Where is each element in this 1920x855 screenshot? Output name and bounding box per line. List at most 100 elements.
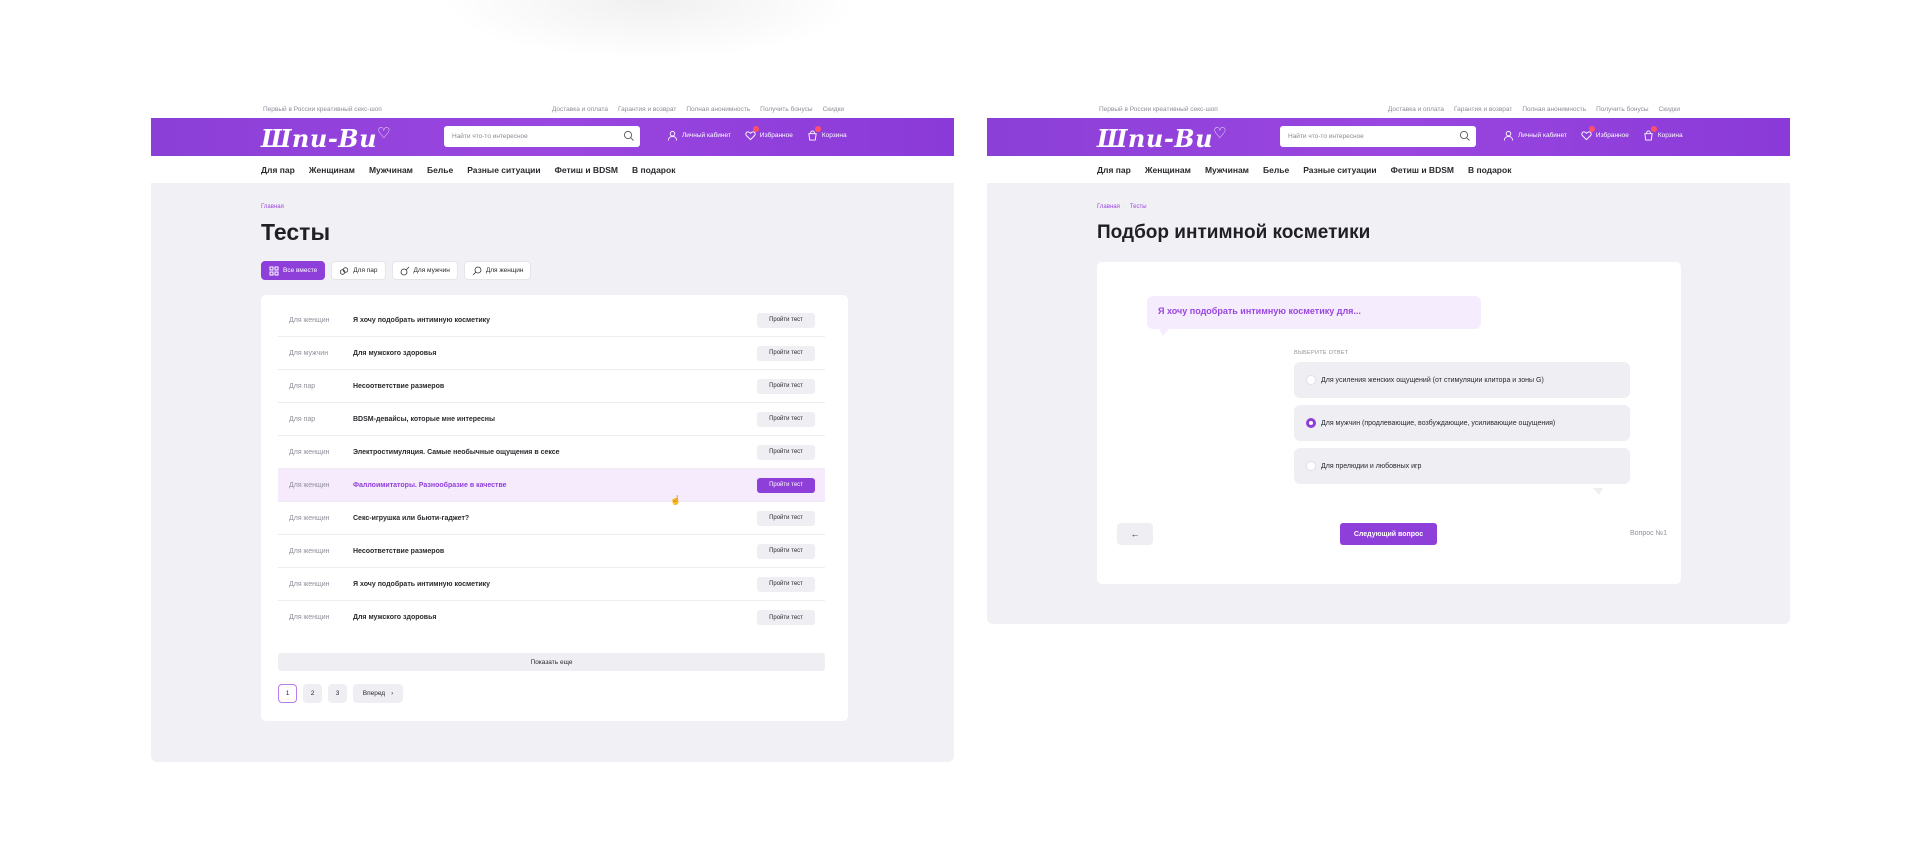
nav-fetish[interactable]: Фетиш и BDSM	[555, 165, 618, 175]
nav-gifts[interactable]: В подарок	[1468, 165, 1511, 175]
nav-lingerie[interactable]: Белье	[427, 165, 453, 175]
table-row[interactable]: Для женщин Я хочу подобрать интимную косм…	[278, 568, 825, 601]
test-category: Для женщин	[289, 448, 330, 456]
cart-link[interactable]: Корзина	[807, 126, 847, 141]
logo[interactable]: Шпu-Ви♡	[261, 124, 391, 153]
favorites-link[interactable]: Избранное	[745, 126, 793, 141]
cart-link[interactable]: Корзина	[1643, 126, 1683, 141]
top-link-warranty[interactable]: Гарантия и возврат	[618, 106, 676, 113]
test-name[interactable]: Несоответствие размеров	[353, 548, 444, 555]
test-name[interactable]: Фаллоимитаторы. Разнообразие в качестве	[353, 482, 507, 489]
nav-gifts[interactable]: В подарок	[632, 165, 675, 175]
nav-men[interactable]: Мужчинам	[369, 165, 413, 175]
table-row-highlighted[interactable]: Для женщин Фаллоимитаторы. Разнообразие в…	[278, 469, 825, 502]
test-name[interactable]: Для мужского здоровья	[353, 350, 436, 357]
page-3[interactable]: 3	[328, 684, 347, 703]
test-name[interactable]: Несоответствие размеров	[353, 383, 444, 390]
tagline: Первый в России креативный секс-шоп	[263, 106, 382, 113]
top-link-warranty[interactable]: Гарантия и возврат	[1454, 106, 1512, 113]
page-1[interactable]: 1	[278, 684, 297, 703]
answer-option[interactable]: Для усиления женских ощущений (от стимул…	[1294, 362, 1630, 398]
take-test-button[interactable]: Пройти тест	[757, 510, 815, 526]
table-row[interactable]: Для женщин Я хочу подобрать интимную косм…	[278, 304, 825, 337]
breadcrumb-home[interactable]: Главная	[261, 204, 284, 210]
search-input[interactable]: Найти что-то интересное	[444, 126, 640, 147]
test-name[interactable]: Секс-игрушка или бьюти-гаджет?	[353, 515, 469, 522]
search-icon[interactable]	[623, 130, 635, 142]
account-link[interactable]: Личный кабинет	[1503, 130, 1567, 141]
radio-button[interactable]	[1306, 461, 1316, 471]
test-name[interactable]: Я хочу подобрать интимную косметику	[353, 581, 490, 588]
table-row[interactable]: Для мужчин Для мужского здоровья Пройти те…	[278, 337, 825, 370]
chevron-right-icon: ›	[391, 690, 394, 697]
take-test-button[interactable]: Пройти тест	[757, 378, 815, 394]
top-link-bonuses[interactable]: Получить бонусы	[1596, 106, 1648, 113]
table-row[interactable]: Для пар BDSM-девайсы, которые мне интерес…	[278, 403, 825, 436]
breadcrumb-home[interactable]: Главная	[1097, 204, 1120, 210]
top-link-anonymity[interactable]: Полная анонимность	[686, 106, 750, 113]
main-nav: Для пар Женщинам Мужчинам Белье Разные с…	[151, 156, 954, 183]
filter-men[interactable]: Для мужчин	[391, 261, 458, 280]
take-test-button[interactable]: Пройти тест	[757, 543, 815, 559]
nav-couples[interactable]: Для пар	[1097, 165, 1131, 175]
show-more-button[interactable]: Показать еще	[278, 653, 825, 671]
take-test-button[interactable]: Пройти тест	[757, 576, 815, 592]
nav-women[interactable]: Женщинам	[1145, 165, 1191, 175]
radio-button[interactable]	[1306, 375, 1316, 385]
take-test-button[interactable]: Пройти тест	[757, 411, 815, 427]
take-test-button[interactable]: Пройти тест	[757, 345, 815, 361]
answer-option[interactable]: Для прелюдии и любовных игр	[1294, 448, 1630, 484]
test-name[interactable]: Электростимуляция. Самые необычные ощуще…	[353, 449, 560, 456]
top-link-anonymity[interactable]: Полная анонимность	[1522, 106, 1586, 113]
test-name[interactable]: Я хочу подобрать интимную косметику	[353, 317, 490, 324]
main-content: Главная · Тесты Подбор интимной косметик…	[987, 183, 1790, 624]
top-link-discounts[interactable]: Скидки	[823, 106, 844, 113]
take-test-button[interactable]: Пройти тест	[757, 477, 815, 493]
filter-couples[interactable]: Для пар	[331, 261, 386, 280]
filter-couples-label: Для пар	[353, 267, 378, 274]
search-input[interactable]: Найти что-то интересное	[1280, 126, 1476, 147]
radio-button-checked[interactable]	[1306, 418, 1316, 428]
next-question-button[interactable]: Следующий вопрос	[1340, 523, 1437, 545]
arrow-left-icon: ←	[1130, 529, 1140, 539]
page-2[interactable]: 2	[303, 684, 322, 703]
quiz-page: Первый в России креативный секс-шоп Дост…	[987, 98, 1790, 624]
breadcrumb-tests[interactable]: Тесты	[1130, 204, 1147, 210]
breadcrumb: Главная · Тесты	[1097, 204, 1147, 210]
top-link-discounts[interactable]: Скидки	[1659, 106, 1680, 113]
favorites-link[interactable]: Избранное	[1581, 126, 1629, 141]
answer-option-selected[interactable]: Для мужчин (продлевающие, возбуждающие, …	[1294, 405, 1630, 441]
nav-women[interactable]: Женщинам	[309, 165, 355, 175]
nav-lingerie[interactable]: Белье	[1263, 165, 1289, 175]
table-row[interactable]: Для пар Несоответствие размеров Пройти тес…	[278, 370, 825, 403]
table-row[interactable]: Для женщин Для мужского здоровья Пройти те…	[278, 601, 825, 634]
pagination: 1 2 3 Вперед ›	[278, 684, 403, 703]
top-link-delivery[interactable]: Доставка и оплата	[1388, 106, 1444, 113]
test-category: Для пар	[289, 382, 316, 390]
logo[interactable]: Шпu-Ви♡	[1097, 124, 1227, 153]
nav-fetish[interactable]: Фетиш и BDSM	[1391, 165, 1454, 175]
test-name[interactable]: Для мужского здоровья	[353, 614, 436, 621]
filter-all[interactable]: Все вместе	[261, 261, 326, 280]
table-row[interactable]: Для женщин Секс-игрушка или бьюти-гаджет?…	[278, 502, 825, 535]
male-icon	[400, 266, 409, 275]
table-row[interactable]: Для женщин Несоответствие размеров Пройти …	[278, 535, 825, 568]
test-category: Для женщин	[289, 580, 330, 588]
search-icon[interactable]	[1459, 130, 1471, 142]
nav-men[interactable]: Мужчинам	[1205, 165, 1249, 175]
test-name[interactable]: BDSM-девайсы, которые мне интересны	[353, 416, 495, 423]
back-button[interactable]: ←	[1117, 523, 1153, 545]
favorites-label: Избранное	[1595, 132, 1629, 139]
filter-women[interactable]: Для женщин	[463, 261, 532, 280]
top-link-delivery[interactable]: Доставка и оплата	[552, 106, 608, 113]
take-test-button[interactable]: Пройти тест	[757, 610, 815, 625]
take-test-button[interactable]: Пройти тест	[757, 444, 815, 460]
nav-situations[interactable]: Разные ситуации	[467, 165, 540, 175]
nav-situations[interactable]: Разные ситуации	[1303, 165, 1376, 175]
take-test-button[interactable]: Пройти тест	[757, 312, 815, 328]
top-link-bonuses[interactable]: Получить бонусы	[760, 106, 812, 113]
account-link[interactable]: Личный кабинет	[667, 130, 731, 141]
nav-couples[interactable]: Для пар	[261, 165, 295, 175]
table-row[interactable]: Для женщин Электростимуляция. Самые необы…	[278, 436, 825, 469]
next-page-button[interactable]: Вперед ›	[353, 684, 403, 703]
